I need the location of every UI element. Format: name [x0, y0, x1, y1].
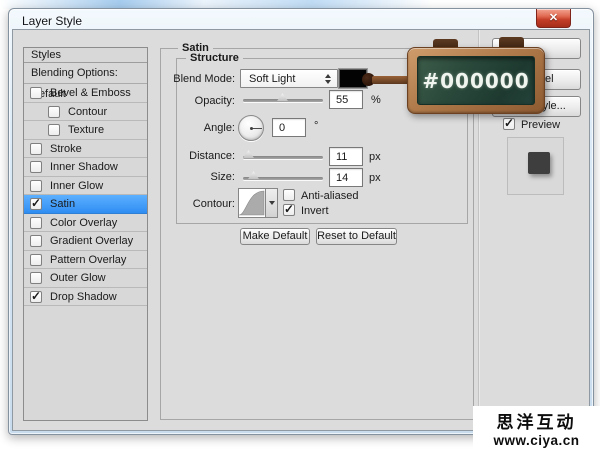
sidebar-item-color-overlay[interactable]: Color Overlay — [24, 214, 147, 232]
checkbox[interactable]: ✓ — [30, 288, 42, 303]
opacity-label: Opacity: — [194, 95, 235, 107]
checkbox[interactable] — [30, 235, 42, 247]
make-default-button[interactable]: Make Default — [240, 228, 310, 245]
checkbox[interactable] — [30, 161, 42, 173]
sidebar-item-label: Satin — [50, 198, 76, 210]
angle-label: Angle: — [203, 122, 235, 134]
dropdown-arrow-icon — [268, 201, 275, 205]
sidebar-item-contour[interactable]: Contour — [24, 103, 147, 121]
structure-group-title: Structure — [186, 52, 243, 64]
checkbox[interactable] — [30, 142, 42, 155]
brush-handle-icon — [372, 76, 412, 84]
angle-unit: ° — [314, 120, 319, 132]
checkbox[interactable] — [48, 105, 60, 118]
angle-center-dot — [250, 127, 253, 130]
blend-mode-value: Soft Light — [249, 73, 296, 85]
contour-picker[interactable] — [238, 188, 266, 218]
preview-layer-chip — [528, 152, 550, 174]
sidebar-item-texture[interactable]: Texture — [24, 121, 147, 140]
anti-aliased-label: Anti-aliased — [301, 190, 359, 202]
chalkboard: #000000 — [417, 56, 535, 105]
opacity-input[interactable]: 55 — [329, 90, 363, 109]
sidebar-item-label: Drop Shadow — [50, 290, 117, 303]
blend-mode-select[interactable]: Soft Light — [240, 69, 338, 88]
sidebar-item-stroke[interactable]: Stroke — [24, 140, 147, 158]
sidebar-item-bevel-emboss[interactable]: Bevel & Emboss — [24, 84, 147, 103]
blend-mode-label: Blend Mode: — [173, 73, 235, 85]
anti-aliased-checkbox[interactable] — [283, 189, 295, 201]
distance-unit: px — [369, 151, 381, 163]
sidebar-item-outer-glow[interactable]: Outer Glow — [24, 269, 147, 288]
combo-arrows-icon — [325, 74, 331, 84]
sidebar-item-label: Color Overlay — [50, 216, 118, 229]
sidebar-item-label: Gradient Overlay — [50, 235, 134, 247]
distance-input[interactable]: 11 — [329, 147, 363, 166]
sidebar-item-inner-glow[interactable]: Inner Glow — [24, 177, 147, 195]
contour-label: Contour: — [192, 198, 235, 210]
size-label: Size: — [210, 171, 235, 183]
sidebar-item-label: Bevel & Emboss — [50, 87, 131, 99]
checkbox[interactable] — [30, 179, 42, 192]
contour-dropdown-arrow[interactable] — [266, 188, 278, 218]
size-input[interactable]: 14 — [329, 168, 363, 187]
close-button[interactable]: ✕ — [536, 9, 571, 28]
sidebar-item-label: Pattern Overlay — [50, 253, 127, 266]
sidebar-item-drop-shadow[interactable]: ✓ Drop Shadow — [24, 288, 147, 306]
invert-checkbox[interactable]: ✓ — [283, 202, 295, 216]
styles-list: Styles Blending Options: Default Bevel &… — [23, 47, 148, 421]
sidebar-item-inner-shadow[interactable]: Inner Shadow — [24, 158, 147, 177]
check-icon: ✓ — [283, 202, 295, 216]
sidebar-item-label: Outer Glow — [50, 272, 106, 284]
distance-label: Distance: — [189, 150, 235, 162]
color-code-badge: #000000 — [407, 47, 545, 114]
sidebar-item-label: Inner Shadow — [50, 161, 118, 173]
invert-label: Invert — [301, 205, 329, 217]
watermark-brand: 思洋互动 — [496, 413, 577, 432]
sidebar-item-pattern-overlay[interactable]: Pattern Overlay — [24, 251, 147, 269]
check-icon: ✓ — [30, 288, 42, 303]
checkbox[interactable] — [30, 272, 42, 284]
sidebar-item-blending-options[interactable]: Blending Options: Default — [24, 63, 147, 100]
checkbox[interactable] — [30, 253, 42, 266]
dialog-title: Layer Style — [22, 14, 83, 28]
checkbox[interactable] — [30, 216, 42, 229]
checkbox[interactable] — [48, 124, 60, 136]
sidebar-item-gradient-overlay[interactable]: Gradient Overlay — [24, 232, 147, 251]
checkbox[interactable] — [30, 87, 42, 99]
styles-list-header: Styles — [24, 48, 147, 63]
reset-to-default-button[interactable]: Reset to Default — [316, 228, 397, 245]
size-unit: px — [369, 172, 381, 184]
sidebar-item-label: Texture — [68, 124, 105, 136]
preview-checkbox[interactable]: ✓ — [503, 116, 515, 130]
check-icon: ✓ — [30, 196, 42, 210]
distance-slider[interactable] — [243, 156, 323, 159]
watermark-url: www.ciya.cn — [493, 433, 580, 448]
sidebar-item-label: Stroke — [50, 142, 82, 155]
angle-input[interactable]: 0 — [272, 118, 306, 137]
contour-curve-icon — [238, 190, 265, 216]
angle-dial[interactable] — [238, 115, 264, 141]
color-code-text: #000000 — [422, 68, 530, 93]
sidebar-item-satin[interactable]: ✓ Satin — [24, 195, 147, 214]
opacity-unit: % — [371, 94, 381, 106]
close-icon: ✕ — [548, 12, 559, 24]
check-icon: ✓ — [503, 116, 515, 130]
sidebar-item-label: Inner Glow — [50, 179, 104, 192]
watermark: 思洋互动 www.ciya.cn — [473, 406, 600, 449]
sidebar-item-label: Contour — [68, 105, 108, 118]
preview-label: Preview — [521, 119, 561, 131]
checkbox[interactable]: ✓ — [30, 196, 42, 210]
